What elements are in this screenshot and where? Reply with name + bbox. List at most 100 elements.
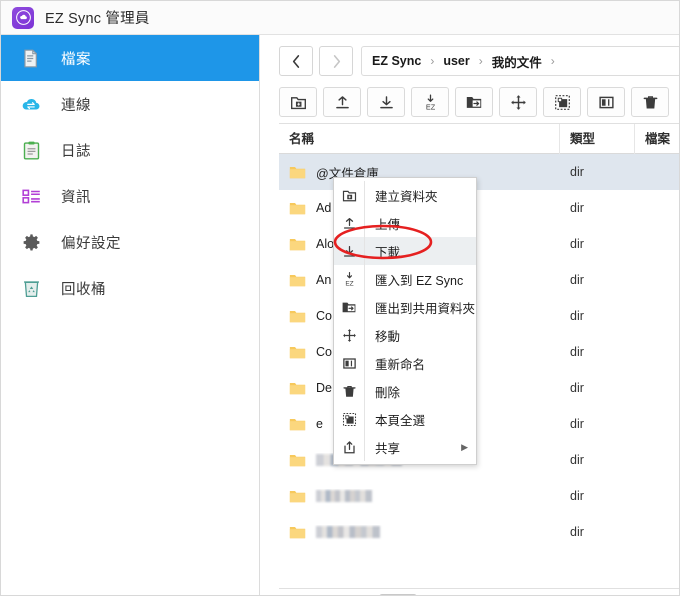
sidebar-item-files[interactable]: 檔案: [1, 35, 259, 81]
menu-divider: [364, 321, 365, 349]
column-header-name[interactable]: 名稱: [279, 123, 560, 154]
svg-text:EZ: EZ: [425, 102, 435, 111]
title-bar: EZ Sync 管理員: [1, 1, 679, 35]
sidebar-item-recycle-bin[interactable]: 回收桶: [1, 265, 259, 311]
context-menu-item-label: 移動: [375, 329, 401, 344]
menu-divider: [364, 209, 365, 237]
sidebar: 檔案 連線 日誌 資訊 偏好設定 回收桶: [1, 35, 260, 595]
menu-divider: [364, 237, 365, 265]
folder-icon: [289, 309, 306, 324]
sidebar-item-label: 檔案: [61, 51, 91, 68]
column-header-size[interactable]: 檔案: [635, 124, 679, 154]
cell-type: dir: [570, 453, 584, 467]
toolbar-move-button[interactable]: [499, 87, 537, 117]
cloud-logo-icon: [12, 6, 34, 29]
context-menu-item[interactable]: 上傳: [334, 209, 476, 237]
forward-button[interactable]: [319, 46, 353, 76]
sidebar-item-label: 日誌: [61, 143, 91, 160]
folder-icon: [289, 345, 306, 360]
sidebar-item-preferences[interactable]: 偏好設定: [1, 219, 259, 265]
context-menu[interactable]: 建立資料夾上傳 下載 EZ 匯入到 EZ Sync 匯出到共用資料夾 移動重新命名刪除 本頁…: [333, 177, 477, 465]
breadcrumb-item-2[interactable]: 我的文件: [492, 52, 542, 71]
recycle-bin-icon: [19, 276, 43, 300]
sidebar-item-label: 資訊: [61, 189, 91, 206]
context-menu-item[interactable]: 本頁全選: [334, 405, 476, 433]
context-menu-item[interactable]: 下載: [334, 237, 476, 265]
sidebar-item-logs[interactable]: 日誌: [1, 127, 259, 173]
file-name: An: [316, 273, 332, 287]
folder-icon: [289, 453, 306, 468]
context-menu-item[interactable]: 刪除: [334, 377, 476, 405]
context-menu-item-label: 共享: [375, 441, 401, 456]
column-header-type[interactable]: 類型: [560, 123, 635, 154]
context-menu-item[interactable]: 建立資料夾: [334, 181, 476, 209]
ez-sync-window: EZ Sync 管理員 檔案 連線 日誌 資訊 偏好設定 回收桶 EZ Sync…: [0, 0, 680, 596]
sidebar-item-info[interactable]: 資訊: [1, 173, 259, 219]
toolbar-import-ez-button[interactable]: EZ: [411, 87, 449, 117]
file-name: Alo: [316, 237, 335, 251]
table-row[interactable]: dir: [279, 478, 679, 514]
toolbar-new-folder-button[interactable]: [279, 87, 317, 117]
toolbar-delete-button[interactable]: [631, 87, 669, 117]
app-title: EZ Sync 管理員: [45, 11, 150, 27]
sidebar-item-label: 回收桶: [61, 281, 106, 298]
trash-icon: [334, 377, 364, 405]
share-icon: [334, 433, 364, 461]
page-prev-icon[interactable]: [313, 593, 341, 596]
page-last-icon[interactable]: [491, 593, 519, 596]
move-icon: [334, 321, 364, 349]
toolbar-rename-button[interactable]: [587, 87, 625, 117]
new-folder-icon: [334, 181, 364, 209]
cell-type: dir: [570, 237, 584, 251]
file-name: Co: [316, 309, 332, 323]
sidebar-item-label: 偏好設定: [61, 235, 121, 252]
file-name: Co: [316, 345, 332, 359]
refresh-icon[interactable]: [539, 593, 567, 596]
folder-icon: [289, 381, 306, 396]
menu-divider: [364, 181, 365, 209]
export-folder-icon: [334, 293, 364, 321]
context-menu-item[interactable]: 重新命名: [334, 349, 476, 377]
table-header: 名稱 類型 檔案: [279, 123, 679, 154]
context-menu-item-label: 匯出到共用資料夾: [375, 301, 476, 316]
breadcrumb-item-1[interactable]: user: [443, 54, 469, 68]
cell-name: [279, 525, 560, 540]
menu-divider: [364, 265, 365, 293]
navigation-row: EZ Sync › user › 我的文件 ›: [261, 43, 679, 79]
folder-icon: [289, 273, 306, 288]
files-icon: [19, 46, 43, 70]
toolbar-download-button[interactable]: [367, 87, 405, 117]
page-next-icon[interactable]: [447, 593, 475, 596]
context-menu-item[interactable]: 移動: [334, 321, 476, 349]
context-menu-item-label: 重新命名: [375, 357, 426, 372]
action-toolbar: EZ: [279, 85, 679, 119]
page-first-icon[interactable]: [285, 593, 313, 596]
context-menu-item[interactable]: 共享 ▶: [334, 433, 476, 461]
download-icon: [334, 237, 364, 265]
info-list-icon: [19, 184, 43, 208]
toolbar-upload-button[interactable]: [323, 87, 361, 117]
context-menu-item-label: 建立資料夾: [375, 189, 438, 204]
submenu-arrow-icon: ▶: [461, 441, 468, 452]
menu-divider: [364, 433, 365, 461]
gear-icon: [19, 230, 43, 254]
context-menu-item[interactable]: 匯出到共用資料夾: [334, 293, 476, 321]
cell-type: dir: [570, 201, 584, 215]
table-row[interactable]: dir: [279, 514, 679, 544]
breadcrumb-item-0[interactable]: EZ Sync: [372, 54, 421, 68]
cloud-sync-icon: [19, 92, 43, 116]
import-ez-icon: EZ: [334, 265, 364, 293]
context-menu-item[interactable]: EZ 匯入到 EZ Sync: [334, 265, 476, 293]
back-button[interactable]: [279, 46, 313, 76]
file-name: De: [316, 381, 332, 395]
menu-divider: [364, 349, 365, 377]
clipboard-icon: [19, 138, 43, 162]
sidebar-item-connection[interactable]: 連線: [1, 81, 259, 127]
menu-divider: [364, 293, 365, 321]
cell-name: [279, 489, 560, 504]
redacted-file-name: [316, 526, 380, 538]
redacted-file-name: [316, 490, 372, 502]
toolbar-select-all-button[interactable]: [543, 87, 581, 117]
breadcrumb[interactable]: EZ Sync › user › 我的文件 ›: [361, 46, 679, 76]
toolbar-export-folder-button[interactable]: [455, 87, 493, 117]
